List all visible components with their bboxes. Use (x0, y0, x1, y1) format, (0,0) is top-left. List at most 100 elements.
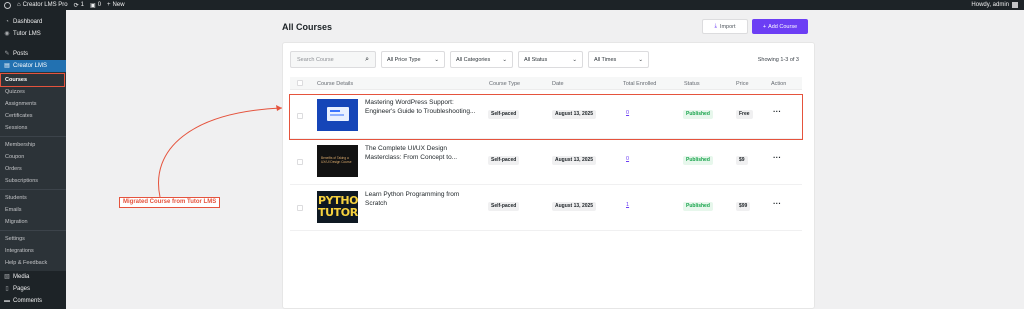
enrolled-count-link[interactable]: 1 (626, 202, 629, 208)
menu-tutor-lms[interactable]: ◉ Tutor LMS (0, 28, 66, 40)
plus-icon: + (762, 23, 767, 30)
new-content-link[interactable]: + New (107, 2, 125, 8)
menu-label: Posts (13, 51, 29, 57)
more-actions-icon[interactable]: ··· (773, 199, 781, 208)
header-action: Action (771, 81, 787, 87)
avatar (1012, 2, 1018, 8)
header-price: Price (736, 81, 749, 87)
table-row[interactable]: Benefits of Taking a UX/UI Design Course… (290, 141, 802, 185)
times-select[interactable]: All Times ⌄ (588, 51, 649, 68)
submenu-orders[interactable]: Orders (0, 163, 66, 175)
add-course-label: Add Course (768, 23, 798, 30)
course-thumbnail[interactable]: PYTHON TUTORIAL (317, 191, 358, 223)
chevron-down-icon: ⌄ (638, 56, 643, 63)
thumbnail-text: PYTHON TUTORIAL (318, 194, 358, 219)
comments-count: 0 (97, 2, 102, 8)
submenu-membership[interactable]: Membership (0, 139, 66, 151)
comments-link[interactable]: ▣ 0 (90, 2, 101, 9)
submenu-students[interactable]: Students (0, 192, 66, 204)
submenu-integrations[interactable]: Integrations (0, 245, 66, 257)
search-icon[interactable]: ⌕ (365, 56, 369, 64)
chevron-down-icon: ⌄ (502, 56, 507, 63)
admin-bar: ⌂ Creator LMS Pro ⟳ 1 ▣ 0 + New Howdy, a… (0, 0, 1024, 10)
course-title-link[interactable]: Mastering WordPress Support: Engineer's … (365, 98, 480, 116)
submenu-sessions[interactable]: Sessions (0, 122, 66, 134)
menu-creator-lms[interactable]: ▤ Creator LMS (0, 60, 66, 72)
enrolled-count-link[interactable]: 0 (626, 156, 629, 162)
header-status: Status (684, 81, 700, 87)
course-date: August 13, 2025 (552, 202, 597, 211)
table-row[interactable]: Mastering WordPress Support: Engineer's … (289, 94, 803, 140)
select-all-checkbox[interactable] (297, 80, 303, 86)
submenu-quizzes[interactable]: Quizzes (0, 86, 66, 98)
course-title-link[interactable]: Learn Python Programming from Scratch (365, 190, 480, 208)
home-icon: ⌂ (17, 2, 21, 8)
site-name-link[interactable]: ⌂ Creator LMS Pro (17, 2, 68, 8)
comments-icon: ▬ (4, 298, 10, 304)
submenu-settings[interactable]: Settings (0, 233, 66, 245)
more-actions-icon[interactable]: ··· (773, 107, 781, 116)
categories-value: All Categories (456, 56, 491, 63)
updates-icon: ⟳ (73, 2, 79, 9)
categories-select[interactable]: All Categories ⌄ (450, 51, 513, 68)
add-course-button[interactable]: + Add Course (752, 19, 808, 34)
import-button[interactable]: ⤓ Import (702, 19, 748, 34)
menu-dashboard[interactable]: ◔ Dashboard (0, 16, 66, 28)
course-thumbnail[interactable]: Benefits of Taking a UX/UI Design Course (317, 145, 358, 177)
creator-icon: ▤ (4, 63, 10, 69)
page-title: All Courses (282, 22, 333, 32)
menu-comments[interactable]: ▬ Comments (0, 295, 66, 307)
pages-icon: ▯ (5, 286, 9, 292)
divider (0, 189, 66, 190)
menu-media[interactable]: ▧ Media (0, 271, 66, 283)
table-row[interactable]: PYTHON TUTORIAL Learn Python Programming… (290, 187, 802, 231)
course-type-badge: Self-paced (488, 156, 520, 165)
divider (0, 230, 66, 231)
status-value: All Status (524, 56, 548, 63)
submenu-help-feedback[interactable]: Help & Feedback (0, 257, 66, 269)
enrolled-count-link[interactable]: 0 (626, 110, 629, 116)
thumbnail-text: Benefits of Taking a UX/UI Design Course (321, 156, 352, 164)
submenu-courses[interactable]: Courses (0, 73, 65, 87)
submenu-subscriptions[interactable]: Subscriptions (0, 175, 66, 187)
submenu-emails[interactable]: Emails (0, 204, 66, 216)
search-input[interactable]: Search Course ⌕ (290, 51, 376, 68)
chevron-down-icon: ⌄ (434, 56, 439, 63)
status-select[interactable]: All Status ⌄ (518, 51, 583, 68)
filter-bar: Search Course ⌕ All Price Type ⌄ All Cat… (290, 51, 649, 68)
menu-posts[interactable]: ✎ Posts (0, 48, 66, 60)
table-header: Course Details Course Type Date Total En… (290, 77, 802, 90)
thumbnail-graphic (330, 114, 344, 116)
row-checkbox[interactable] (297, 205, 303, 211)
submenu-certificates[interactable]: Certificates (0, 110, 66, 122)
dashboard-icon: ◔ (5, 19, 9, 25)
row-checkbox[interactable] (297, 159, 303, 165)
submenu-migration[interactable]: Migration (0, 216, 66, 228)
menu-label: Creator LMS (13, 63, 48, 69)
status-badge: Published (683, 202, 713, 211)
wordpress-logo-icon[interactable] (4, 1, 11, 9)
course-title-link[interactable]: The Complete UI/UX Design Masterclass: F… (365, 144, 480, 162)
price-type-value: All Price Type (387, 56, 421, 63)
course-date: August 13, 2025 (552, 110, 597, 119)
account-menu[interactable]: Howdy, admin (971, 2, 1018, 8)
menu-pages[interactable]: ▯ Pages (0, 283, 66, 295)
search-placeholder: Search Course (297, 56, 334, 63)
thumbnail-graphic (330, 110, 340, 112)
submenu-coupon[interactable]: Coupon (0, 151, 66, 163)
row-checkbox[interactable] (297, 113, 303, 119)
updates-link[interactable]: ⟳ 1 (74, 2, 84, 9)
results-count: Showing 1-3 of 3 (757, 57, 799, 63)
submenu-assignments[interactable]: Assignments (0, 98, 66, 110)
status-badge: Published (683, 156, 713, 165)
course-thumbnail[interactable] (317, 99, 358, 131)
annotation-callout: Migrated Course from Tutor LMS (119, 197, 221, 208)
more-actions-icon[interactable]: ··· (773, 153, 781, 162)
divider (0, 136, 66, 137)
course-date: August 13, 2025 (552, 156, 597, 165)
price-type-select[interactable]: All Price Type ⌄ (381, 51, 445, 68)
new-label: New (112, 2, 125, 8)
status-badge: Published (683, 110, 713, 119)
price-badge: Free (736, 110, 753, 119)
media-icon: ▧ (4, 274, 10, 280)
